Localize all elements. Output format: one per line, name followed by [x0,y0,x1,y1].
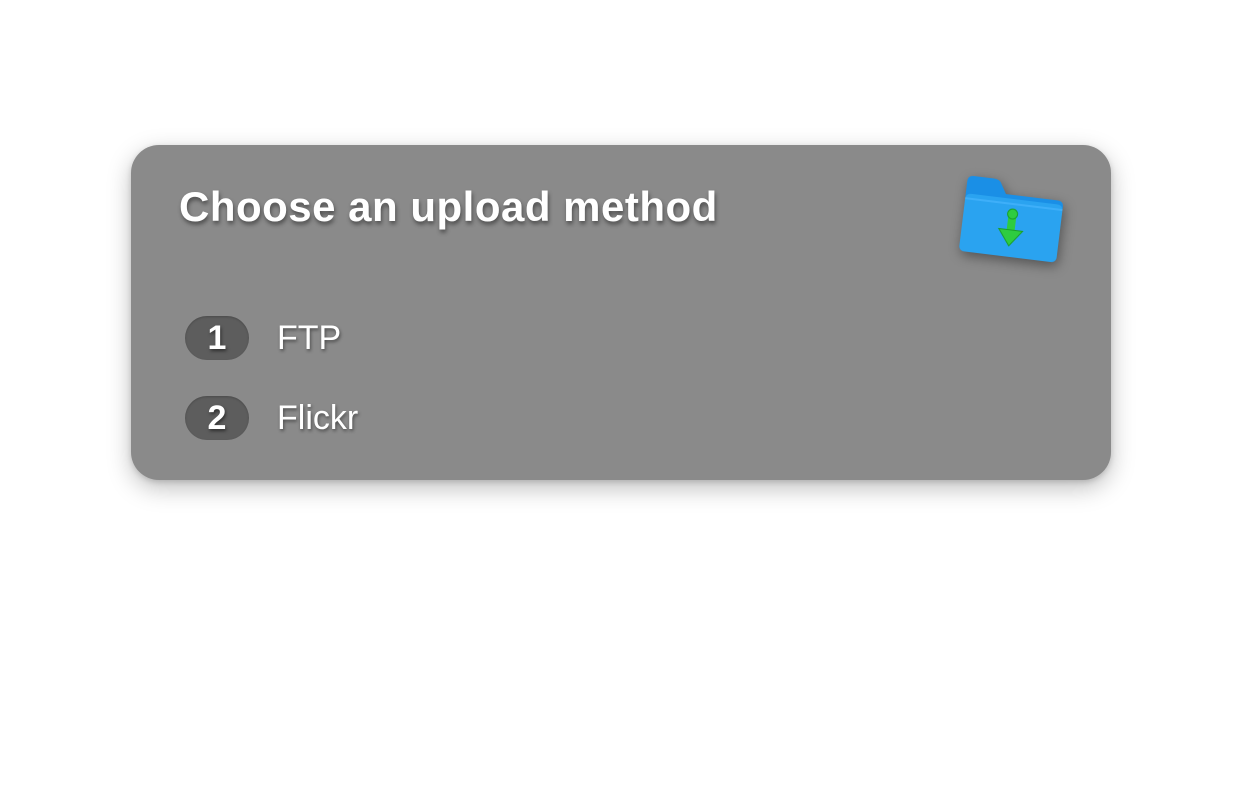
panel-title: Choose an upload method [179,183,718,231]
folder-download-icon [957,175,1067,268]
option-number-badge: 1 [185,316,249,360]
option-flickr[interactable]: 2 Flickr [185,396,1063,440]
option-label: Flickr [277,399,358,438]
option-number-badge: 2 [185,396,249,440]
panel-header: Choose an upload method [179,183,1063,268]
option-label: FTP [277,319,341,358]
options-list: 1 FTP 2 Flickr [179,316,1063,440]
option-ftp[interactable]: 1 FTP [185,316,1063,360]
upload-method-panel: Choose an upload method [131,145,1111,480]
